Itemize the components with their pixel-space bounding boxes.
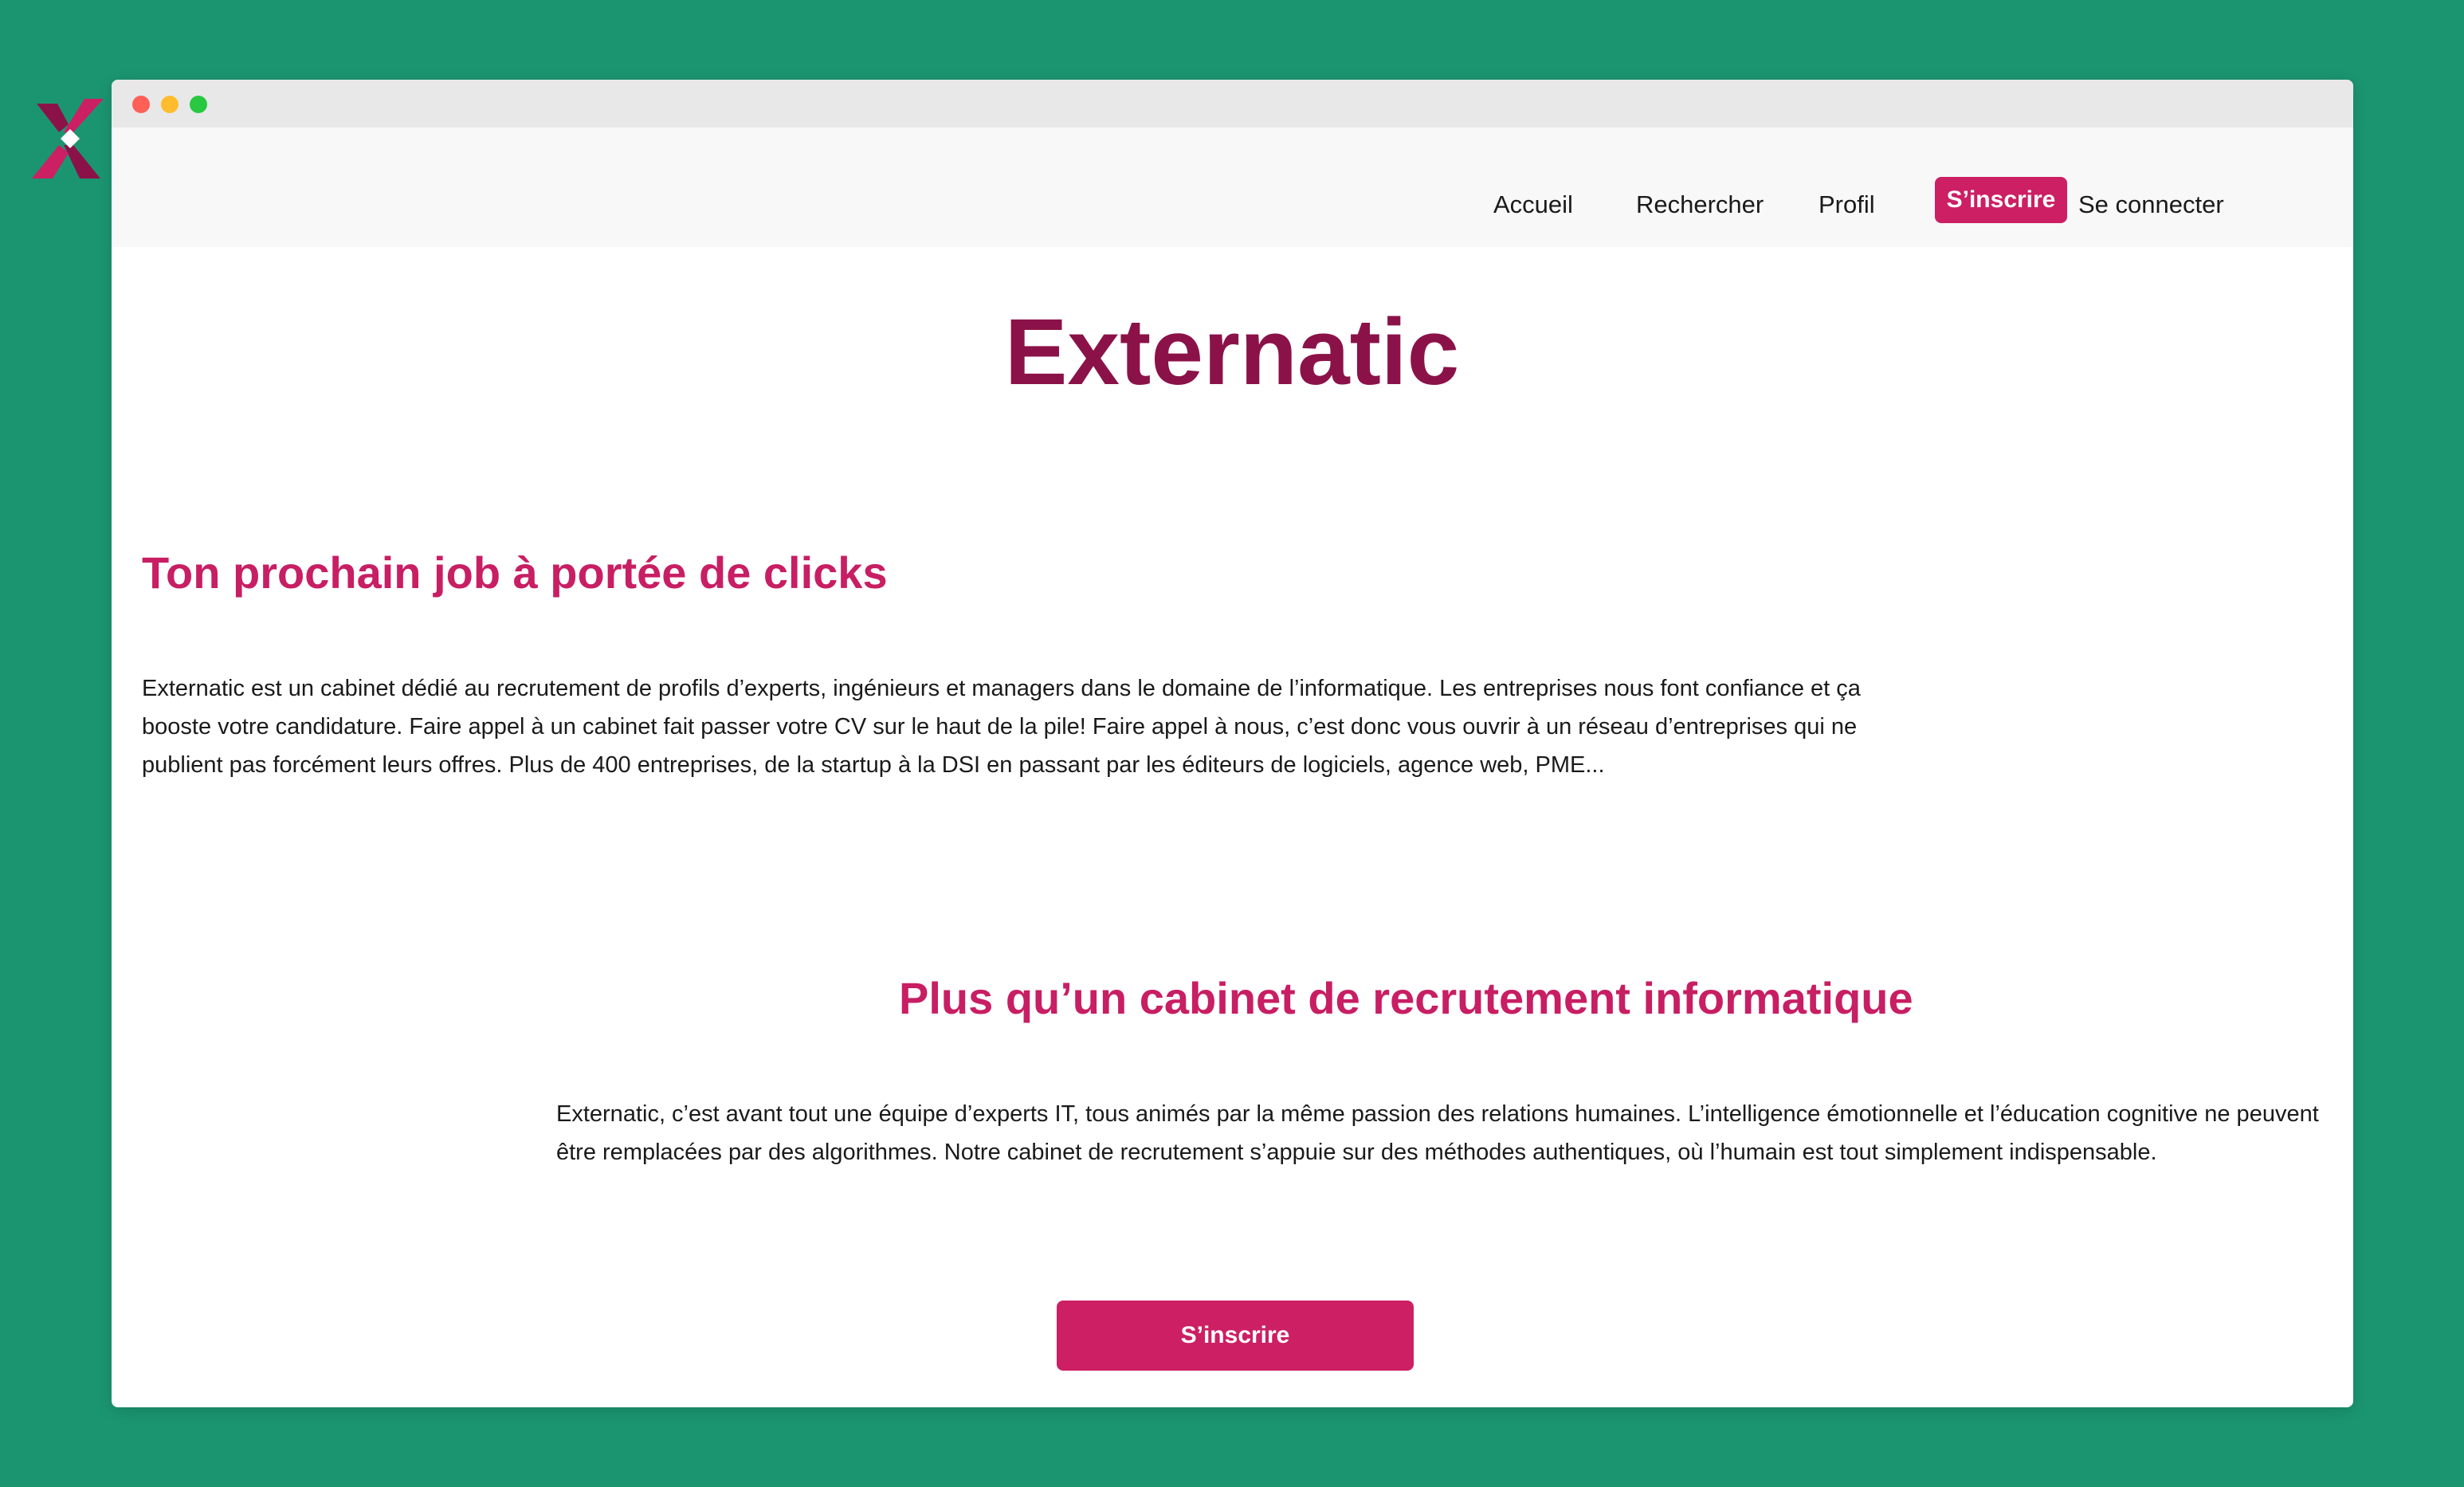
nav-profil-link[interactable]: Profil [1819,185,1875,225]
page-title: Externatic [1004,300,1460,405]
nav-accueil-link[interactable]: Accueil [1493,185,1573,225]
intro-paragraph: Externatic est un cabinet dédié au recru… [142,676,1861,778]
nav-login-link[interactable]: Se connecter [2078,185,2224,225]
nav-signup-button[interactable]: S’inscrire [1935,177,2067,223]
externatic-logo-icon[interactable] [29,97,112,180]
minimize-window-button[interactable] [161,96,179,113]
team-paragraph: Externatic, c’est avant tout une équipe … [556,1101,2319,1165]
section-heading-cabinet: Plus qu’un cabinet de recrutement inform… [899,973,1913,1023]
close-window-button[interactable] [132,96,150,113]
maximize-window-button[interactable] [190,96,207,113]
nav-rechercher-link[interactable]: Rechercher [1636,185,1764,225]
window-titlebar [112,80,2353,128]
section-heading-job: Ton prochain job à portée de clicks [142,547,888,598]
signup-cta-button[interactable]: S’inscrire [1057,1301,1414,1371]
